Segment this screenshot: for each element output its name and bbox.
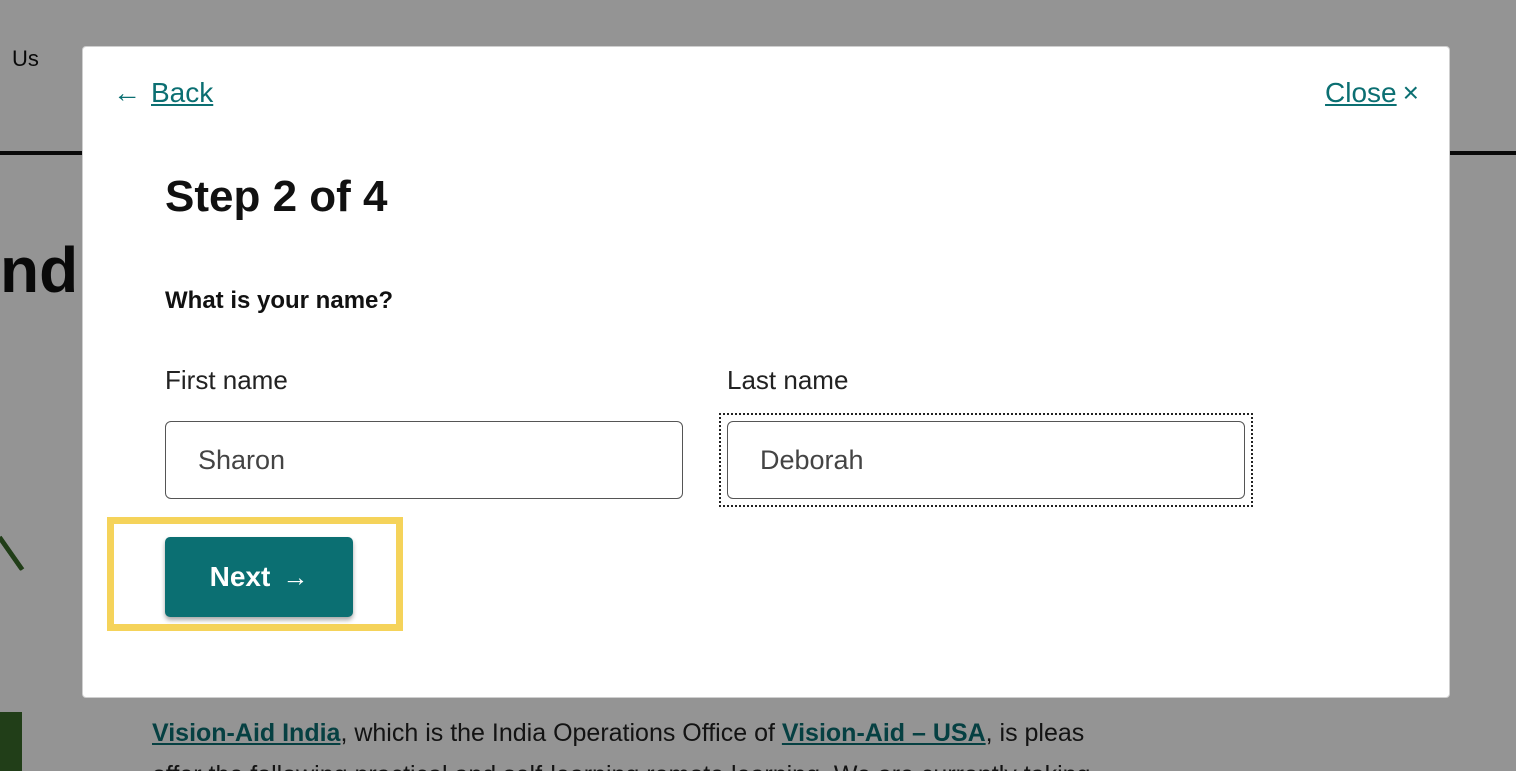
name-question: What is your name?	[165, 287, 394, 314]
first-name-input[interactable]	[165, 421, 683, 499]
next-label: Next	[209, 561, 271, 592]
close-link[interactable]: Close ×	[1325, 77, 1419, 109]
arrow-left-icon: ←	[113, 77, 141, 108]
back-link[interactable]: ← Back	[113, 77, 213, 109]
first-name-label: First name	[165, 365, 288, 395]
last-name-input[interactable]	[727, 421, 1245, 499]
back-label: Back	[151, 77, 214, 108]
close-icon: ×	[1402, 77, 1419, 108]
name-step-dialog: ← Back Close × Step 2 of 4 What is your …	[82, 46, 1450, 698]
step-title: Step 2 of 4	[165, 172, 388, 221]
next-button[interactable]: Next →	[165, 537, 353, 617]
close-label: Close	[1325, 77, 1397, 108]
arrow-right-icon: →	[282, 561, 309, 592]
last-name-label: Last name	[727, 365, 849, 395]
